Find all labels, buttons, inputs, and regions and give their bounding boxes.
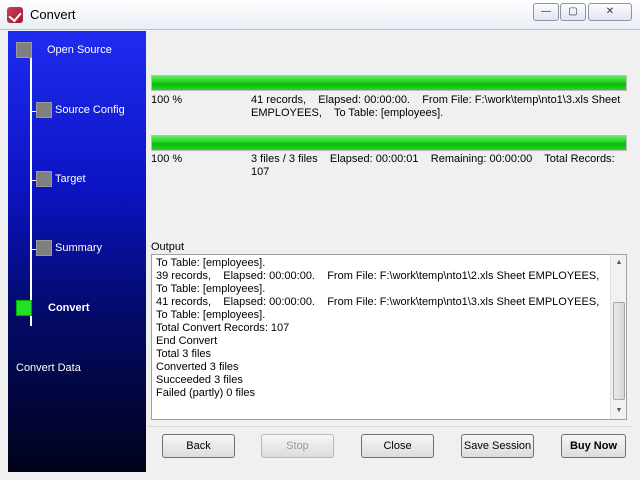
output-line: End Convert [156, 335, 218, 347]
close-button[interactable]: Close [361, 434, 434, 458]
output-line: To Table: [employees]. [156, 257, 266, 269]
step-source-config-label: Source Config [55, 104, 125, 116]
save-session-button[interactable]: Save Session [461, 434, 534, 458]
step-summary-marker [36, 240, 52, 256]
total-progress-info: 3 files / 3 files Elapsed: 00:00:01 Rema… [251, 153, 618, 178]
scroll-up-arrow-icon[interactable]: ▲ [611, 255, 626, 271]
output-line: To Table: [employees]. [156, 309, 266, 321]
maximize-button[interactable]: ▢ [560, 3, 586, 21]
total-progress-fill [152, 136, 626, 150]
step-convert-label: Convert [48, 302, 90, 314]
step-target-label: Target [55, 173, 86, 185]
output-line: 39 records, Elapsed: 00:00:00. From File… [156, 270, 600, 282]
scroll-down-arrow-icon[interactable]: ▼ [611, 403, 626, 419]
file-progress-fill [152, 76, 626, 90]
step-open-source-label: Open Source [47, 44, 112, 56]
output-label: Output [151, 241, 185, 253]
button-bar: Back Stop Close Save Session Buy Now [148, 426, 633, 472]
step-convert-marker [16, 300, 32, 316]
total-progress-bar [151, 135, 627, 151]
close-window-button[interactable]: ✕ [588, 3, 632, 21]
step-source-config-marker [36, 102, 52, 118]
stop-button: Stop [261, 434, 334, 458]
convert-data-label: Convert Data [16, 362, 81, 374]
step-target-marker [36, 171, 52, 187]
output-line: Converted 3 files [156, 361, 239, 373]
file-progress-percent: 100 % [151, 94, 183, 106]
app-icon [7, 7, 23, 23]
file-progress-info: 41 records, Elapsed: 00:00:00. From File… [251, 94, 624, 119]
output-line: Total 3 files [156, 348, 212, 360]
step-open-source-marker [16, 42, 32, 58]
minimize-button[interactable]: — [533, 3, 559, 21]
step-track-line [30, 51, 32, 326]
output-log[interactable]: To Table: [employees]. 39 records, Elaps… [151, 254, 627, 420]
output-scrollbar[interactable]: ▲ ▼ [610, 255, 626, 419]
output-line: Succeeded 3 files [156, 374, 243, 386]
output-line: Failed (partly) 0 files [156, 387, 256, 399]
scroll-thumb[interactable] [613, 302, 625, 400]
file-progress-bar [151, 75, 627, 91]
output-line: To Table: [employees]. [156, 283, 266, 295]
buy-now-button[interactable]: Buy Now [561, 434, 626, 458]
title-bar: Convert — ▢ ✕ [0, 0, 640, 30]
total-progress-percent: 100 % [151, 153, 183, 165]
step-summary-label: Summary [55, 242, 103, 254]
back-button[interactable]: Back [162, 434, 235, 458]
output-line: 41 records, Elapsed: 00:00:00. From File… [156, 296, 600, 308]
wizard-sidebar: Open Source Source Config Target Summary… [8, 31, 146, 472]
window-title: Convert [30, 7, 76, 22]
output-line: Total Convert Records: 107 [156, 322, 290, 334]
